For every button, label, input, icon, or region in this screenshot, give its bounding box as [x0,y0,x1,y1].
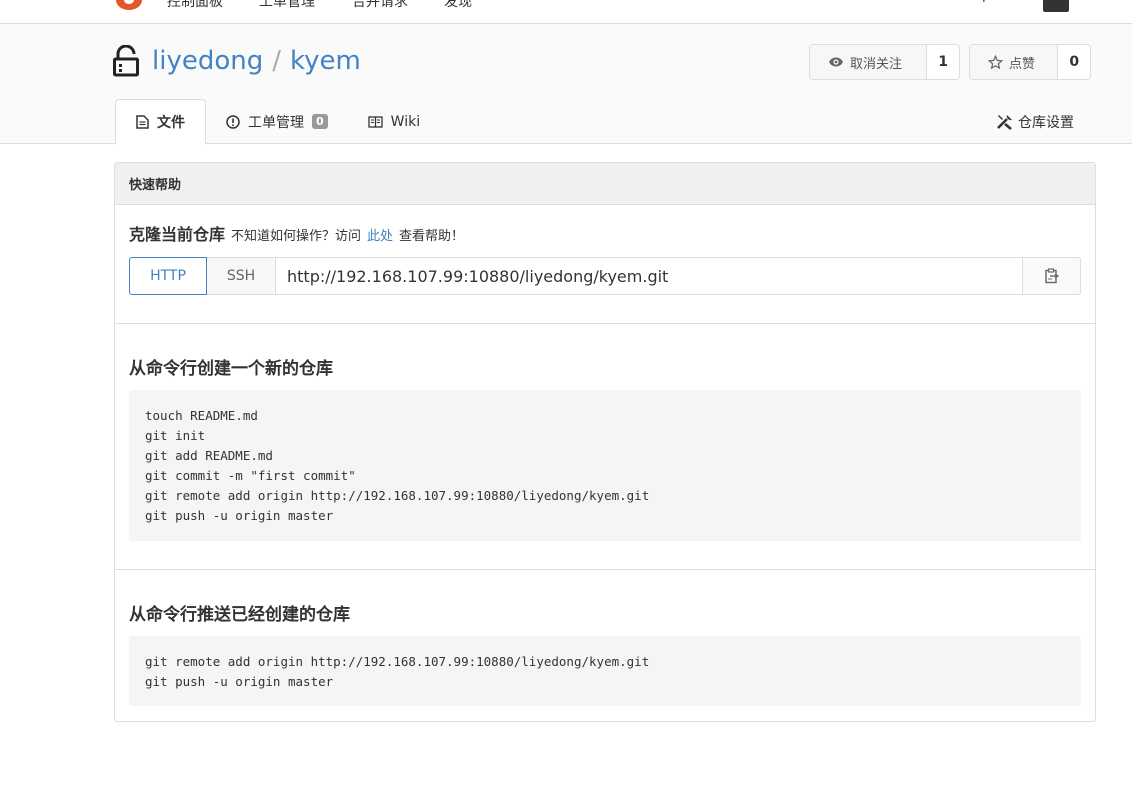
star-button[interactable]: 点赞 [970,45,1059,79]
create-plus-icon[interactable]: + [978,0,990,6]
clone-url-box: HTTP SSH http://192.168.107.99:10880/liy… [129,257,1081,295]
clone-hint-after: 查看帮助！ [399,229,465,244]
tab-issues[interactable]: 工单管理 0 [206,99,348,144]
star-icon [988,54,1003,69]
repo-owner-link[interactable]: liyedong [152,46,263,76]
clone-url-input[interactable]: http://192.168.107.99:10880/liyedong/kye… [276,257,1023,295]
nav-explore[interactable]: 发现 [444,0,472,11]
file-icon [136,115,149,129]
nav-dashboard[interactable]: 控制面板 [167,0,223,11]
code-line: git push -u origin master [145,673,334,689]
help-link[interactable]: 此处 [367,225,393,244]
watch-count[interactable]: 1 [927,45,959,79]
star-button-group: 点赞 0 [969,44,1091,80]
ssh-protocol-button[interactable]: SSH [207,257,276,295]
top-navbar: 控制面板 工单管理 合并请求 发现 + [0,0,1132,24]
repo-name-link[interactable]: kyem [290,46,361,76]
tab-repo-settings[interactable]: 仓库设置 [996,112,1074,132]
section-divider [115,323,1095,324]
code-line: git push -u origin master [145,507,334,523]
tab-issues-label: 工单管理 [248,114,304,131]
section-divider [115,569,1095,570]
user-avatar[interactable] [1043,0,1069,12]
lock-icon [113,44,139,77]
nav-pulls[interactable]: 合并请求 [352,0,408,11]
tab-repo-settings-label: 仓库设置 [1018,115,1074,131]
code-line: git remote add origin http://192.168.107… [145,654,650,669]
push-existing-title: 从命令行推送已经创建的仓库 [129,605,350,625]
code-line: git commit -m "first commit" [145,467,356,483]
push-existing-code-block: git remote add origin http://192.168.107… [129,636,1081,706]
gogs-logo-icon[interactable] [116,0,142,10]
repo-title: liyedong / kyem [113,43,361,79]
star-label: 点赞 [1009,56,1036,72]
tab-files-label: 文件 [157,115,185,131]
issues-count-badge: 0 [312,114,328,129]
code-line: git remote add origin http://192.168.107… [145,487,650,503]
code-line: git add README.md [145,447,273,463]
quick-help-heading: 快速帮助 [115,163,1095,205]
nav-issues[interactable]: 工单管理 [259,0,315,11]
book-icon [368,115,383,128]
copy-url-button[interactable] [1023,257,1081,295]
issue-icon [226,114,240,129]
new-repo-title: 从命令行创建一个新的仓库 [129,359,333,379]
tools-icon [997,115,1012,130]
repo-separator: / [272,46,281,76]
star-count[interactable]: 0 [1058,45,1090,79]
clone-title-row: 克隆当前仓库 不知道如何操作？访问 此处 查看帮助！ [129,221,464,245]
tab-wiki-label: Wiki [390,113,421,130]
repo-header: liyedong / kyem 取消关注 1 点赞 0 文件 工单管理 0 Wi… [0,24,1132,145]
watch-button-group: 取消关注 1 [809,44,960,80]
clipboard-icon [1044,268,1059,284]
new-repo-code-block: touch README.md git init git add README.… [129,390,1081,541]
eye-icon [829,57,843,67]
repo-tabs: 文件 工单管理 0 Wiki [115,99,440,145]
code-line: git init [145,427,206,443]
tab-files[interactable]: 文件 [115,99,206,145]
unwatch-label: 取消关注 [850,56,903,72]
tab-wiki[interactable]: Wiki [348,99,440,144]
clone-hint-text: 不知道如何操作？访问 [231,229,362,244]
clone-title: 克隆当前仓库 [129,225,226,244]
unwatch-button[interactable]: 取消关注 [810,45,928,79]
quick-help-panel: 快速帮助 克隆当前仓库 不知道如何操作？访问 此处 查看帮助！ HTTP SSH… [114,162,1096,722]
http-protocol-button[interactable]: HTTP [129,257,207,295]
code-line: touch README.md [145,408,258,423]
